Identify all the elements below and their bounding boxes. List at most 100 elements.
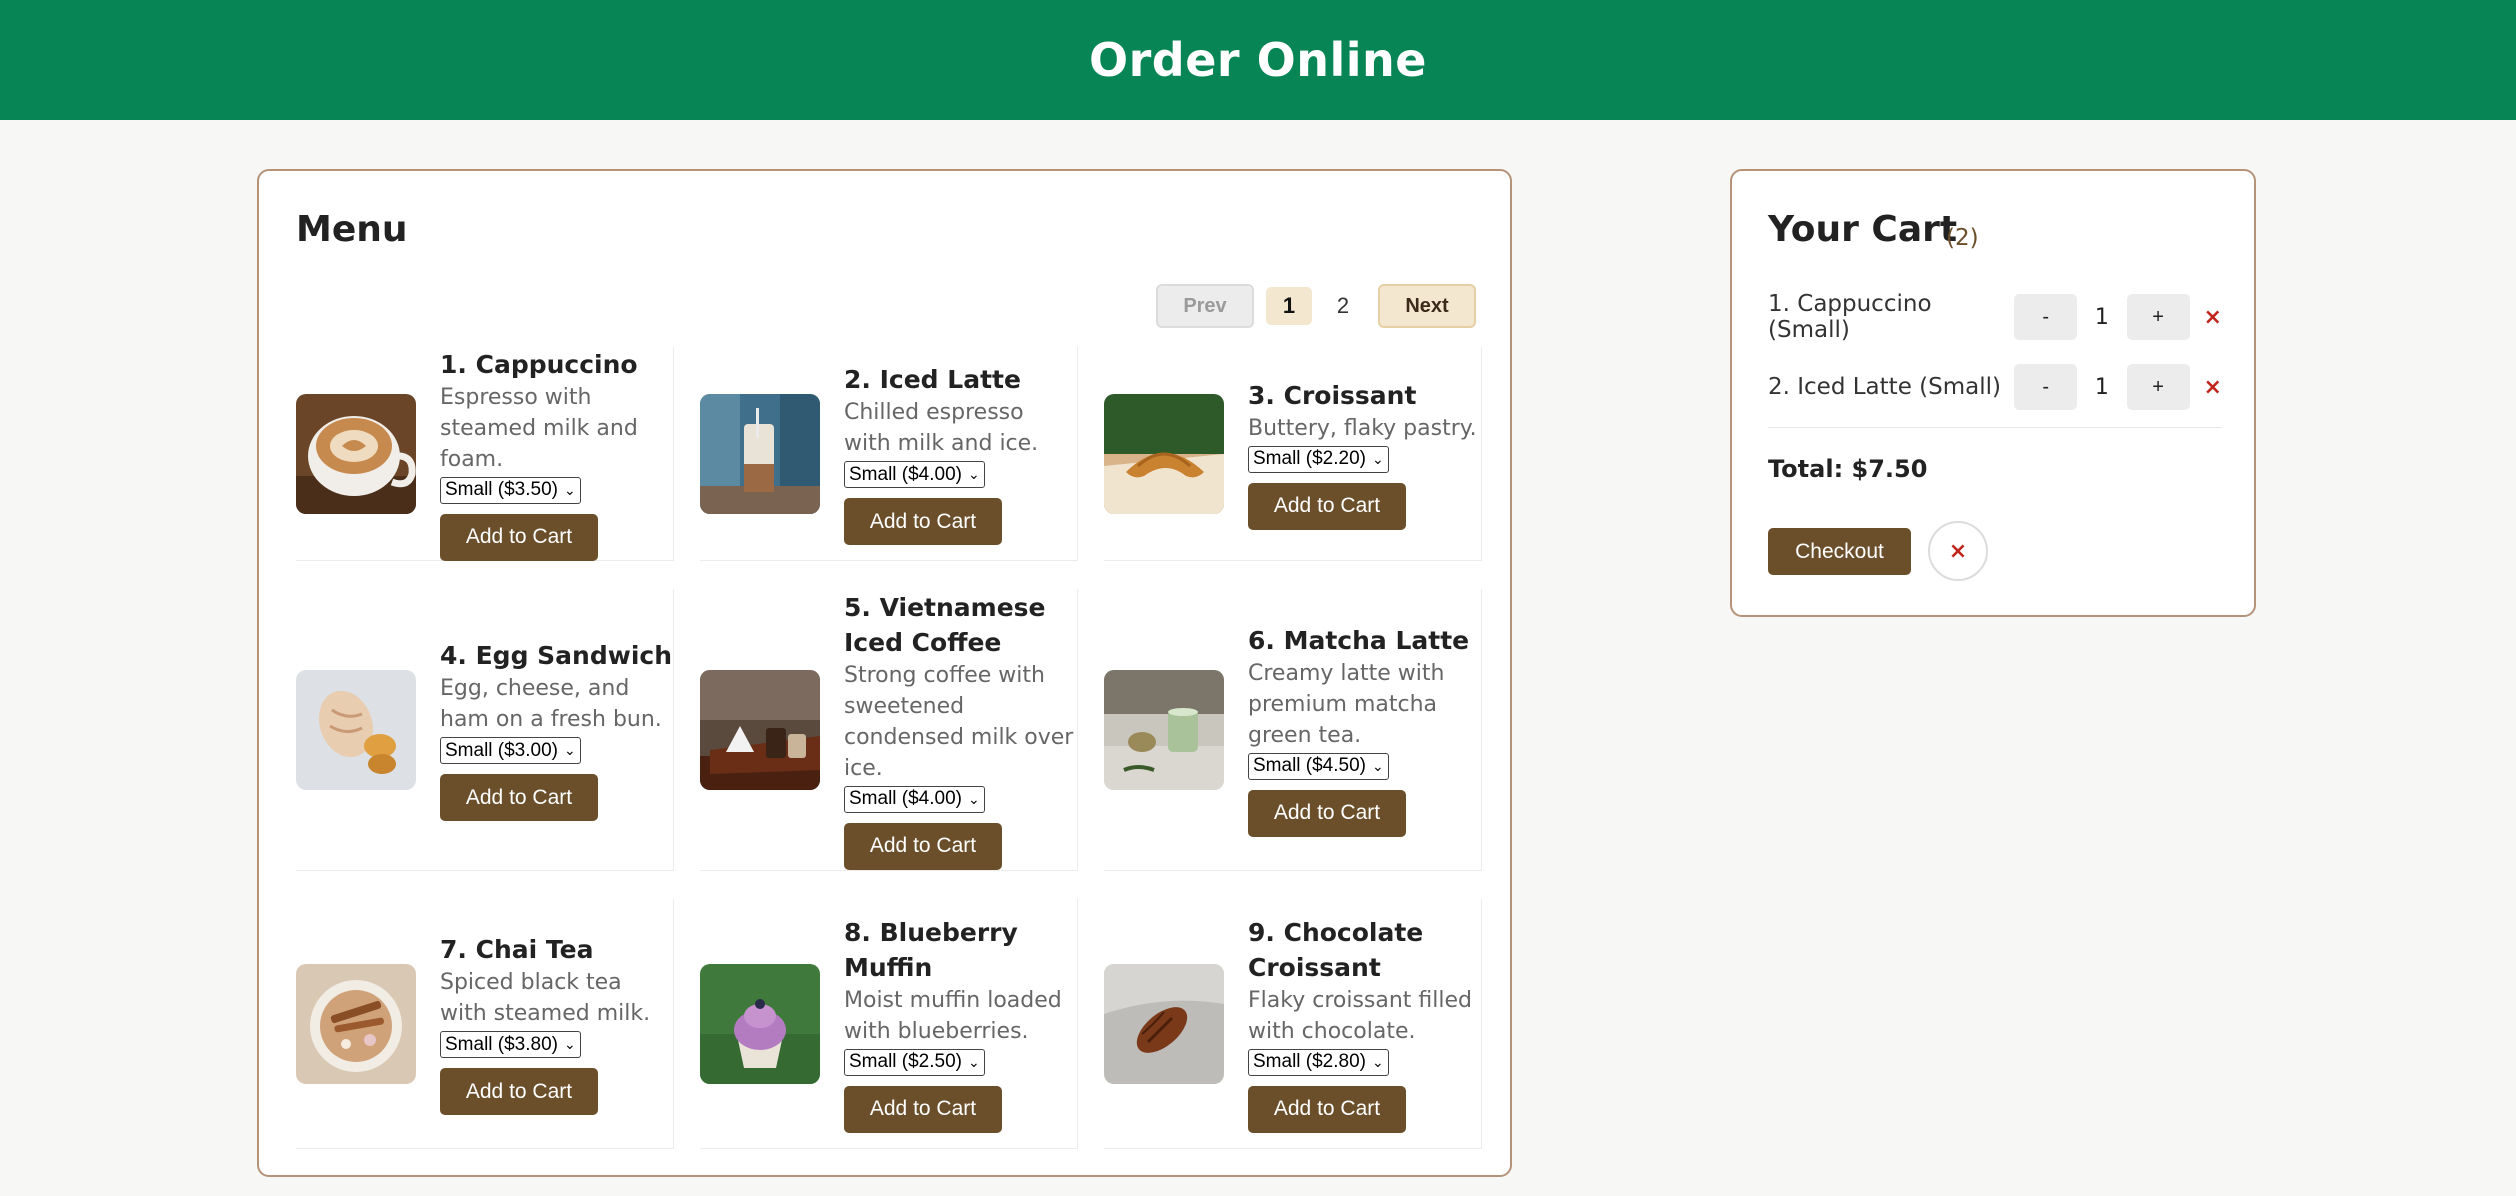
close-icon: × <box>1948 538 1968 564</box>
menu-item-card: 8. Blueberry Muffin Moist muffin loaded … <box>700 899 1078 1149</box>
chocolate-croissant-photo <box>1104 963 1224 1084</box>
chevron-down-icon: ⌄ <box>968 790 980 807</box>
add-to-cart-button[interactable]: Add to Cart <box>844 498 1002 545</box>
size-select[interactable]: Small ($2.50) ⌄ <box>844 1048 985 1076</box>
menu-item-card: 6. Matcha Latte Creamy latte with premiu… <box>1104 589 1482 871</box>
size-option: Small ($3.50) <box>445 479 558 500</box>
size-select[interactable]: Small ($2.80) ⌄ <box>1248 1048 1389 1076</box>
chevron-down-icon: ⌄ <box>1372 757 1384 774</box>
size-option: Small ($2.50) <box>849 1051 962 1072</box>
add-to-cart-button[interactable]: Add to Cart <box>440 1068 598 1115</box>
page-title: Order Online <box>1089 33 1427 87</box>
size-option: Small ($4.50) <box>1253 755 1366 776</box>
clear-cart-button[interactable]: × <box>1928 521 1988 581</box>
add-to-cart-button[interactable]: Add to Cart <box>1248 482 1406 530</box>
size-select[interactable]: Small ($4.00) ⌄ <box>844 461 985 488</box>
size-select[interactable]: Small ($3.00) ⌄ <box>440 737 581 764</box>
add-to-cart-button[interactable]: Add to Cart <box>844 822 1002 870</box>
size-option: Small ($2.80) <box>1253 1051 1366 1072</box>
cappuccino-photo <box>296 393 416 514</box>
egg-sandwich-photo <box>296 669 416 790</box>
menu-item-card: 5. Vietnamese Iced Coffee Strong coffee … <box>700 589 1078 871</box>
item-description: Flaky croissant filled with chocolate. <box>1248 987 1472 1044</box>
decrease-quantity-button[interactable]: - <box>2014 364 2078 410</box>
add-to-cart-button[interactable]: Add to Cart <box>440 513 598 561</box>
item-name: 6. Matcha Latte <box>1248 625 1470 655</box>
item-name: 5. Vietnamese Iced Coffee <box>844 592 1046 657</box>
increase-quantity-button[interactable]: + <box>2126 294 2190 340</box>
chevron-down-icon: ⌄ <box>564 1036 576 1052</box>
item-description: Espresso with steamed milk and foam. <box>440 384 638 472</box>
add-to-cart-button[interactable]: Add to Cart <box>1248 789 1406 837</box>
menu-item-card: 3. Croissant Buttery, flaky pastry. Smal… <box>1104 347 1482 561</box>
item-name: 9. Chocolate Croissant <box>1248 917 1424 982</box>
site-header: Order Online <box>0 0 2516 120</box>
pagination: Prev 1 2 Next <box>1156 284 1476 328</box>
quantity-value: 1 <box>2094 374 2109 400</box>
size-select[interactable]: Small ($3.80) ⌄ <box>440 1031 581 1058</box>
remove-item-icon[interactable]: × <box>2204 305 2222 330</box>
item-name: 7. Chai Tea <box>440 935 594 964</box>
checkout-button[interactable]: Checkout <box>1768 528 1911 575</box>
menu-item-card: 7. Chai Tea Spiced black tea with steame… <box>296 899 674 1149</box>
vietnamese-iced-coffee-photo <box>700 669 820 790</box>
add-to-cart-button[interactable]: Add to Cart <box>440 774 598 821</box>
size-option: Small ($2.20) <box>1253 448 1366 469</box>
page-2-button[interactable]: 2 <box>1320 287 1366 325</box>
item-description: Chilled espresso with milk and ice. <box>844 400 1039 456</box>
cart-count-badge: (2) <box>1946 225 1979 251</box>
item-name: 1. Cappuccino <box>440 349 638 379</box>
remove-item-icon[interactable]: × <box>2204 375 2222 400</box>
item-name: 3. Croissant <box>1248 380 1417 410</box>
blueberry-muffin-photo <box>700 963 820 1084</box>
prev-page-button[interactable]: Prev <box>1156 284 1254 328</box>
size-select[interactable]: Small ($4.50) ⌄ <box>1248 752 1389 780</box>
cart-panel: Your Cart (2) 1. Cappuccino (Small) - 1 … <box>1730 169 2256 617</box>
matcha-latte-photo <box>1104 669 1224 790</box>
menu-title: Menu <box>296 209 408 250</box>
croissant-photo <box>1104 393 1224 514</box>
item-description: Buttery, flaky pastry. <box>1248 415 1477 441</box>
cart-title: Your Cart <box>1768 209 1958 250</box>
size-select[interactable]: Small ($4.00) ⌄ <box>844 785 985 813</box>
add-to-cart-button[interactable]: Add to Cart <box>844 1085 1002 1133</box>
increase-quantity-button[interactable]: + <box>2126 364 2190 410</box>
next-page-button[interactable]: Next <box>1378 284 1476 328</box>
menu-item-card: 2. Iced Latte Chilled espresso with milk… <box>700 347 1078 561</box>
item-name: 2. Iced Latte <box>844 365 1021 394</box>
size-option: Small ($4.00) <box>849 788 962 809</box>
chai-tea-photo <box>296 963 416 1084</box>
chevron-down-icon: ⌄ <box>968 466 980 482</box>
cart-item-name: 2. Iced Latte (Small) <box>1768 374 2001 400</box>
item-name: 8. Blueberry Muffin <box>844 917 1018 982</box>
menu-panel: Menu Prev 1 2 Next 1. Cappuccino Espress… <box>257 169 1512 1177</box>
size-option: Small ($3.00) <box>445 739 558 761</box>
iced-latte-photo <box>700 393 820 514</box>
chevron-down-icon: ⌄ <box>564 742 576 758</box>
page-1-button[interactable]: 1 <box>1266 287 1312 325</box>
chevron-down-icon: ⌄ <box>564 481 576 498</box>
chevron-down-icon: ⌄ <box>968 1053 980 1070</box>
add-to-cart-button[interactable]: Add to Cart <box>1248 1085 1406 1133</box>
cart-item-row: 2. Iced Latte (Small) - 1 + × <box>1768 363 2222 411</box>
item-description: Strong coffee with sweetened condensed m… <box>844 662 1074 781</box>
size-select[interactable]: Small ($2.20) ⌄ <box>1248 445 1389 473</box>
size-option: Small ($4.00) <box>849 463 962 485</box>
chevron-down-icon: ⌄ <box>1372 450 1384 467</box>
menu-item-card: 9. Chocolate Croissant Flaky croissant f… <box>1104 899 1482 1149</box>
menu-item-card: 4. Egg Sandwich Egg, cheese, and ham on … <box>296 589 674 871</box>
decrease-quantity-button[interactable]: - <box>2014 294 2078 340</box>
item-name: 4. Egg Sandwich <box>440 641 673 670</box>
menu-grid: 1. Cappuccino Espresso with steamed milk… <box>296 347 1482 1149</box>
item-description: Spiced black tea with steamed milk. <box>440 970 651 1026</box>
size-option: Small ($3.80) <box>445 1033 558 1055</box>
cart-divider <box>1768 427 2222 428</box>
cart-total: Total: $7.50 <box>1768 455 1928 483</box>
cart-item-name: 1. Cappuccino (Small) <box>1768 291 1932 343</box>
size-select[interactable]: Small ($3.50) ⌄ <box>440 476 581 504</box>
item-description: Creamy latte with premium matcha green t… <box>1248 660 1445 748</box>
item-description: Moist muffin loaded with blueberries. <box>844 987 1062 1044</box>
cart-item-row: 1. Cappuccino (Small) - 1 + × <box>1768 291 2222 343</box>
item-description: Egg, cheese, and ham on a fresh bun. <box>440 676 662 732</box>
menu-item-card: 1. Cappuccino Espresso with steamed milk… <box>296 347 674 561</box>
